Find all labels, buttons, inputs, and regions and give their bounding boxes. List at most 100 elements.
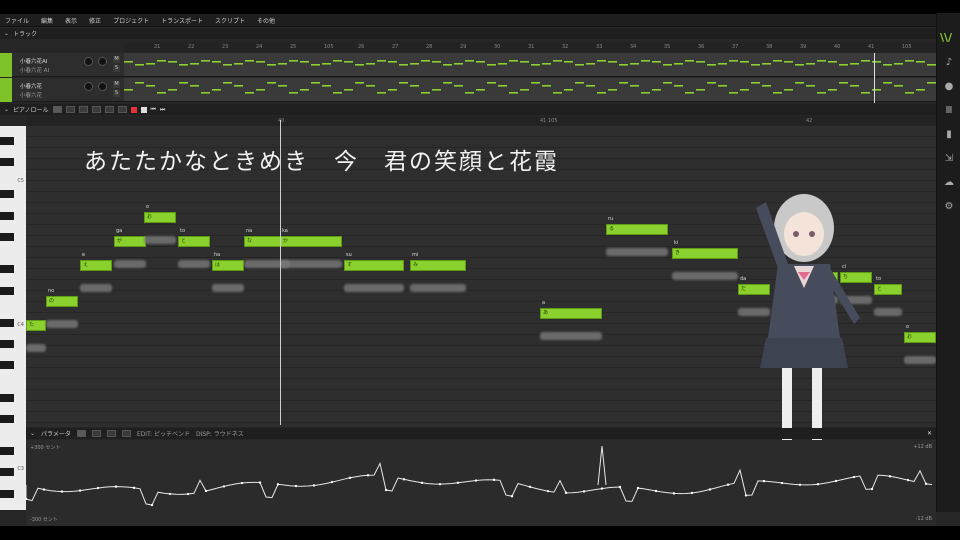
book-icon[interactable]: ▮ xyxy=(943,129,955,141)
note[interactable]: が xyxy=(114,236,146,247)
pan-knob[interactable] xyxy=(98,57,107,66)
pointer-tool-icon[interactable] xyxy=(52,106,62,113)
chevron-down-icon[interactable]: ⌄ xyxy=(30,430,35,437)
volume-knob[interactable] xyxy=(84,57,93,66)
mini-note xyxy=(850,63,859,65)
menu-project[interactable]: プロジェクト xyxy=(113,16,149,25)
note[interactable]: た xyxy=(26,320,46,331)
note[interactable]: と xyxy=(874,284,902,295)
cloud-icon[interactable]: ☁ xyxy=(943,177,955,189)
library-icon[interactable]: Ⅲ xyxy=(943,105,955,117)
curve-tool-icon[interactable] xyxy=(121,430,131,437)
note[interactable]: え xyxy=(80,260,112,271)
close-icon[interactable]: ✕ xyxy=(927,430,932,437)
music-note-icon[interactable]: ♪ xyxy=(943,57,955,69)
black-key[interactable] xyxy=(0,158,14,167)
solo-button[interactable]: S xyxy=(113,65,120,72)
black-key[interactable] xyxy=(0,211,14,220)
mini-note xyxy=(652,89,661,91)
note[interactable]: お xyxy=(144,212,176,223)
track-lane-1[interactable] xyxy=(124,53,936,77)
black-key[interactable] xyxy=(0,286,14,295)
mini-note xyxy=(223,64,232,66)
black-key[interactable] xyxy=(0,447,14,455)
gear-icon[interactable]: ⚙ xyxy=(943,201,955,213)
track-ruler[interactable]: 21 22 23 24 25 105 26 27 28 29 30 31 32 33 34 35 36 37 38 3… xyxy=(124,42,936,52)
line-tool-icon[interactable] xyxy=(106,430,116,437)
playhead[interactable] xyxy=(280,120,281,425)
mini-note xyxy=(795,64,804,66)
chevron-down-icon[interactable]: ⌄ xyxy=(4,30,9,37)
display-parameter-label[interactable]: DISP: ラウドネス xyxy=(196,429,244,438)
curve-tool-icon[interactable] xyxy=(78,106,88,113)
line-tool-icon[interactable] xyxy=(91,106,101,113)
note[interactable]: と xyxy=(178,236,210,247)
mini-note xyxy=(190,63,199,65)
pan-knob[interactable] xyxy=(98,82,107,91)
black-key[interactable] xyxy=(0,393,14,402)
black-key[interactable] xyxy=(0,361,14,370)
note[interactable]: は xyxy=(212,260,244,271)
note[interactable]: あ xyxy=(540,308,602,319)
volume-knob[interactable] xyxy=(84,82,93,91)
mini-note xyxy=(322,85,331,87)
piano-keyboard[interactable]: C5 C4 C3 xyxy=(0,126,26,510)
note[interactable]: る xyxy=(606,224,668,235)
track-2-notes xyxy=(124,82,936,94)
bar-label: 31 xyxy=(528,44,535,50)
rewind-icon[interactable]: ⏮ xyxy=(151,106,156,114)
track-header-1[interactable]: 小春六花AI 小春六花 AI M S xyxy=(0,53,124,77)
param-bottom-left: -300 セント xyxy=(30,517,58,523)
black-key[interactable] xyxy=(0,340,14,348)
black-key[interactable] xyxy=(0,265,14,274)
black-key[interactable] xyxy=(0,233,14,241)
parameter-lane[interactable]: +300 セント -300 セント +12 dB -12 dB xyxy=(24,440,936,526)
note[interactable]: み xyxy=(410,260,466,271)
record-button[interactable] xyxy=(130,106,137,113)
black-key[interactable] xyxy=(0,136,14,145)
note[interactable]: す xyxy=(344,260,404,271)
menu-transport[interactable]: トランスポート xyxy=(161,16,203,25)
track-header-2[interactable]: 小春六花 小春六花 M S xyxy=(0,78,124,102)
note-phoneme: to xyxy=(180,228,186,234)
pointer-tool-icon[interactable] xyxy=(76,430,86,437)
menu-script[interactable]: スクリプト xyxy=(215,16,245,25)
note[interactable]: き xyxy=(672,248,738,259)
pen-tool-icon[interactable] xyxy=(91,430,101,437)
solo-button[interactable]: S xyxy=(113,90,120,97)
mini-note xyxy=(212,61,221,63)
black-key[interactable] xyxy=(0,190,14,199)
pen-tool-icon[interactable] xyxy=(65,106,75,113)
menu-file[interactable]: ファイル xyxy=(5,16,29,25)
stop-button[interactable] xyxy=(140,106,147,113)
menu-other[interactable]: その他 xyxy=(257,16,275,25)
menu-view[interactable]: 表示 xyxy=(65,16,77,25)
black-key[interactable] xyxy=(0,468,14,477)
note-phoneme: ha xyxy=(214,252,221,258)
mini-note xyxy=(751,64,760,66)
menu-edit[interactable]: 編集 xyxy=(41,16,53,25)
black-key[interactable] xyxy=(0,318,14,327)
note[interactable]: か xyxy=(280,236,342,247)
loop-icon[interactable] xyxy=(117,106,127,113)
pitch-point xyxy=(726,483,730,486)
note[interactable]: お xyxy=(904,332,936,343)
black-key[interactable] xyxy=(0,489,14,498)
chevron-down-icon[interactable]: ⌄ xyxy=(4,106,9,113)
forward-icon[interactable]: ⏭ xyxy=(160,106,165,114)
mini-note xyxy=(564,89,573,91)
track-lane-2[interactable] xyxy=(124,78,936,102)
mute-button[interactable]: M xyxy=(113,81,120,88)
note[interactable]: の xyxy=(46,296,78,307)
pitch-point xyxy=(240,481,244,485)
mini-note xyxy=(740,89,749,91)
black-key[interactable] xyxy=(0,414,14,423)
menu-modify[interactable]: 修正 xyxy=(89,16,101,25)
mute-button[interactable]: M xyxy=(113,56,120,63)
snap-icon[interactable] xyxy=(104,106,114,113)
edit-parameter-label[interactable]: EDIT: ピッチベンド xyxy=(137,429,190,438)
microphone-icon[interactable]: ● xyxy=(943,81,955,93)
pianoroll-ruler[interactable]: 40 41 105 42 xyxy=(26,116,936,126)
track-name: 小春六花AI xyxy=(20,59,48,65)
export-icon[interactable]: ⇲ xyxy=(943,153,955,165)
